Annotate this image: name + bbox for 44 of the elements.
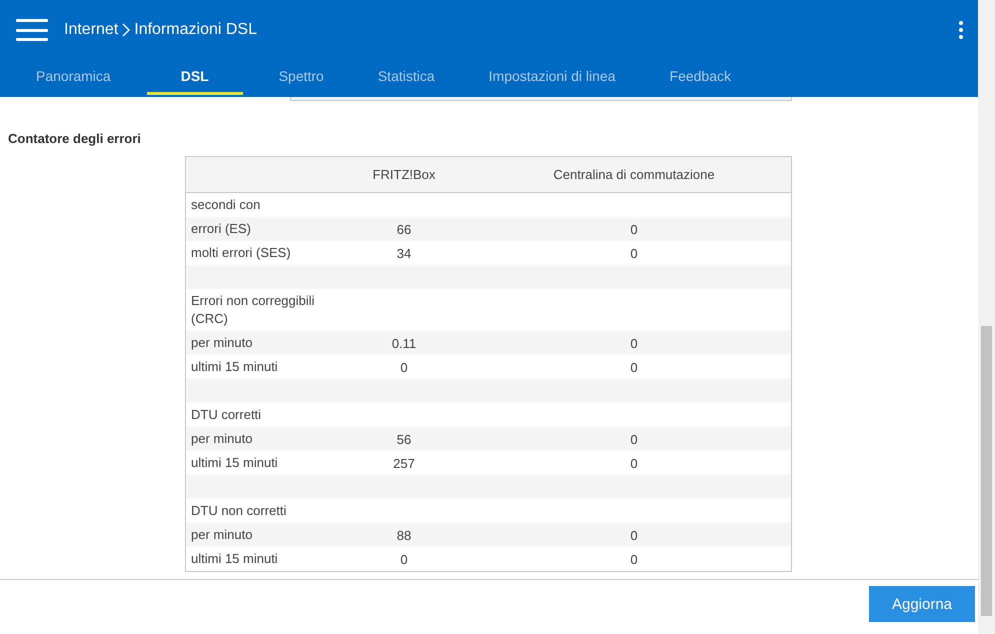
group-label: secondi con <box>190 196 262 214</box>
table-cell: 0 <box>630 360 638 374</box>
table-cell: 257 <box>393 456 415 470</box>
group-label: DTU corretti <box>190 406 262 424</box>
group-label: Errori non correggibili (CRC) <box>190 292 316 328</box>
breadcrumb-item: Informazioni DSL <box>134 21 257 39</box>
row-label: molti errori (SES) <box>190 244 292 262</box>
table-cell: 0 <box>630 456 638 470</box>
tab[interactable]: Spettro <box>260 60 342 95</box>
table-cell: 0.11 <box>392 336 416 350</box>
table-cell: 0 <box>630 336 638 350</box>
row-label: per minuto <box>190 334 254 352</box>
group-label: DTU non corretti <box>190 502 288 520</box>
tab[interactable]: Impostazioni di linea <box>470 60 634 95</box>
table-cell: 0 <box>400 360 408 374</box>
column-header: Centralina di commutazione <box>552 167 716 182</box>
row-label: ultimi 15 minuti <box>190 550 279 568</box>
breadcrumb-item[interactable]: Internet <box>64 21 118 39</box>
row-label: per minuto <box>190 430 254 448</box>
tab[interactable]: Panoramica <box>18 60 129 95</box>
row-label: ultimi 15 minuti <box>190 454 279 472</box>
row-label: ultimi 15 minuti <box>190 358 279 376</box>
tab[interactable]: Statistica <box>360 60 453 95</box>
table-cell: 0 <box>400 552 408 566</box>
tab[interactable]: Feedback <box>652 60 749 95</box>
table-cell: 0 <box>630 432 638 446</box>
more-icon[interactable] <box>958 21 964 39</box>
tab[interactable]: DSL <box>146 60 243 95</box>
table-cell: 0 <box>630 528 638 542</box>
refresh-button[interactable]: Aggiorna <box>869 586 975 622</box>
table-cell: 0 <box>630 246 638 260</box>
table-cell: 34 <box>396 246 412 260</box>
table-cell: 66 <box>396 222 412 236</box>
row-label: per minuto <box>190 526 254 544</box>
table-cell: 0 <box>630 552 638 566</box>
column-header: FRITZ!Box <box>372 167 436 182</box>
row-label: errori (ES) <box>190 220 252 238</box>
section-title: Contatore degli errori <box>8 131 142 146</box>
table-cell: 0 <box>630 222 638 236</box>
chevron-right-icon <box>122 23 130 37</box>
menu-icon[interactable] <box>16 19 48 41</box>
scrollbar[interactable] <box>978 0 995 634</box>
table-cell: 88 <box>396 528 412 542</box>
table-cell: 56 <box>396 432 412 446</box>
